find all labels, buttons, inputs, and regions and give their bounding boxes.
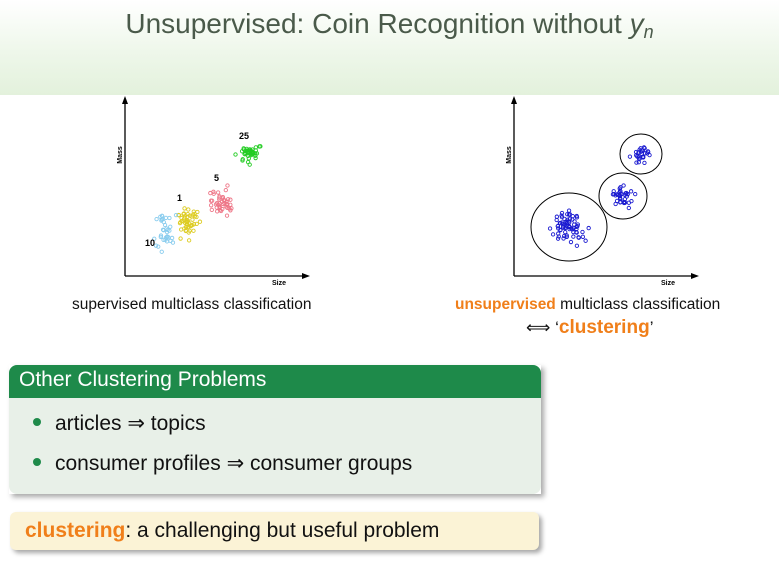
- scatter-point: [633, 191, 638, 197]
- list-item: consumer profiles ⇒ consumer groups: [33, 444, 541, 484]
- scatter-point: [550, 232, 556, 237]
- other-clustering-problems-block: Other Clustering Problems articles ⇒ top…: [9, 365, 541, 494]
- right-caption: unsupervised multiclass classification: [455, 296, 721, 313]
- summary-note: clustering: a challenging but useful pro…: [10, 512, 539, 550]
- cluster-label-25: 25: [239, 131, 249, 141]
- scatter-point: [547, 226, 553, 231]
- scatter-point: [580, 229, 585, 235]
- unsupervised-scatter-plot: Mass Size: [506, 96, 699, 287]
- scatter-point: [224, 213, 230, 218]
- scatter-point: [583, 238, 588, 243]
- scatter-point: [195, 209, 200, 215]
- scatter-point: [169, 235, 175, 241]
- scatter-point: [178, 236, 183, 241]
- scatter-point: [182, 206, 187, 211]
- y-axis-label: Mass: [117, 146, 124, 164]
- x-axis-arrow: [691, 273, 699, 279]
- cluster-label-5: 5: [214, 173, 219, 183]
- scatter-point: [191, 228, 196, 233]
- scatter-point: [186, 207, 191, 212]
- y-axis-arrow: [511, 96, 517, 104]
- bullet-icon: [33, 458, 41, 467]
- scatter-point: [626, 205, 631, 211]
- scatter-point: [570, 213, 575, 219]
- scatter-point: [225, 183, 230, 188]
- cluster-label-1: 1: [177, 193, 182, 203]
- scatter-point: [642, 160, 647, 166]
- scatter-point: [580, 234, 586, 239]
- left-caption: supervised multiclass classification: [72, 296, 312, 313]
- list-item: articles ⇒ topics: [33, 404, 541, 444]
- x-axis-label: Size: [272, 280, 286, 287]
- x-axis-arrow: [302, 273, 310, 279]
- block-body: articles ⇒ topics consumer profiles ⇒ co…: [9, 398, 541, 494]
- slide-title: Unsupervised: Coin Recognition without y…: [125, 8, 654, 42]
- scatter-point: [209, 207, 214, 212]
- scatter-point: [572, 219, 577, 224]
- clustering-equivalence: ⟺ ‘clustering’: [526, 317, 654, 338]
- scatter-point: [215, 190, 221, 195]
- block-heading: Other Clustering Problems: [9, 365, 541, 398]
- scatter-point: [197, 219, 203, 224]
- scatter-point: [571, 234, 576, 239]
- scatter-point: [223, 187, 228, 193]
- scatter-point: [628, 189, 634, 194]
- scatter-point: [627, 154, 633, 159]
- supervised-scatter-plot: Mass Size 25 5 1 10: [117, 96, 310, 287]
- scatter-point: [233, 152, 238, 157]
- scatter-point: [163, 215, 169, 221]
- scatter-point: [586, 225, 591, 231]
- x-axis-label: Size: [661, 280, 675, 287]
- scatter-point: [253, 155, 258, 161]
- cluster-label-10: 10: [145, 238, 155, 248]
- y-axis-arrow: [122, 96, 128, 104]
- scatter-point: [568, 239, 574, 245]
- scatter-point: [178, 227, 184, 232]
- scatter-point: [208, 203, 214, 208]
- scatter-point: [574, 243, 580, 248]
- scatter-point: [186, 238, 192, 243]
- scatter-point: [154, 216, 159, 222]
- cluster-circle: [619, 133, 663, 175]
- cluster-circle: [598, 172, 648, 220]
- bullet-icon: [33, 418, 41, 427]
- scatter-point: [566, 208, 572, 213]
- scatter-point: [159, 249, 164, 254]
- scatter-point: [167, 215, 172, 221]
- scatter-point: [168, 224, 173, 229]
- y-axis-label: Mass: [506, 146, 513, 164]
